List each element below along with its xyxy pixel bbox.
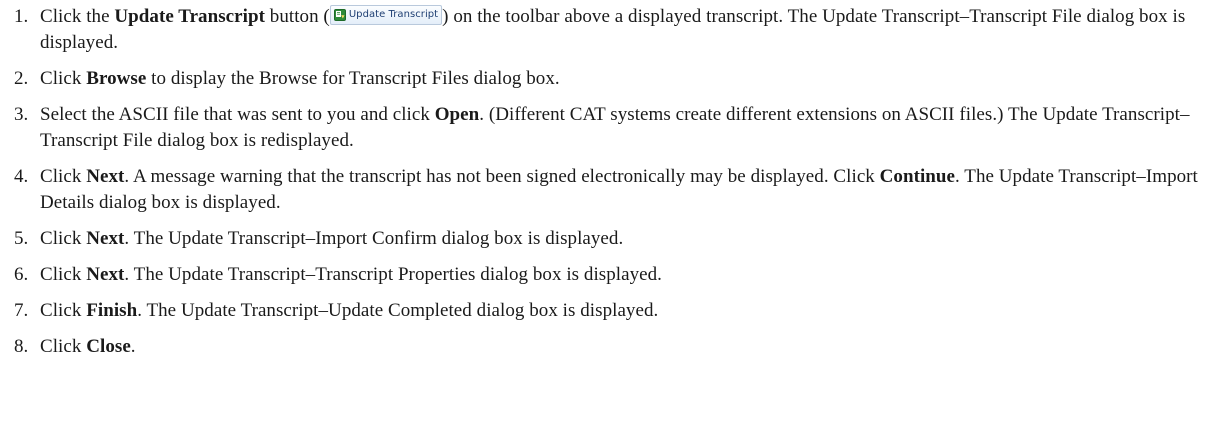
step-text: Click <box>40 336 87 357</box>
step-text: . The Update Transcript–Import Confirm d… <box>124 228 624 249</box>
ui-term-next: Next <box>86 166 125 187</box>
step-text: Click <box>40 228 87 249</box>
step-text: Click <box>40 166 87 187</box>
step-number: 1. <box>14 6 29 27</box>
step-number: 4. <box>14 166 29 187</box>
step-number: 6. <box>14 264 29 285</box>
ui-term-update-transcript: Update Transcript <box>114 6 265 27</box>
ui-term-next: Next <box>86 228 125 249</box>
step-text: Click <box>40 264 87 285</box>
instructions-document: 1. Click the Update Transcript button (U… <box>0 0 1215 435</box>
step-8: 8. Click Close. <box>14 334 1203 360</box>
step-4: 4. Click Next. A message warning that th… <box>14 164 1203 216</box>
step-number: 5. <box>14 228 29 249</box>
ui-term-browse: Browse <box>86 68 147 89</box>
update-transcript-button-image: Update Transcript <box>329 5 443 25</box>
update-transcript-icon <box>333 9 346 21</box>
step-text: . <box>130 336 136 357</box>
step-text: button ( <box>264 6 330 27</box>
ui-term-close: Close <box>86 336 131 357</box>
ui-term-continue: Continue <box>879 166 956 187</box>
step-number: 8. <box>14 336 29 357</box>
step-text: Click <box>40 300 87 321</box>
step-3: 3. Select the ASCII file that was sent t… <box>14 102 1203 154</box>
ui-term-next: Next <box>86 264 125 285</box>
step-text: Click <box>40 68 87 89</box>
step-6: 6. Click Next. The Update Transcript–Tra… <box>14 262 1203 288</box>
step-text: Select the ASCII file that was sent to y… <box>40 104 435 125</box>
update-transcript-button-label: Update Transcript <box>348 9 439 20</box>
steps-list: 1. Click the Update Transcript button (U… <box>14 4 1203 360</box>
step-7: 7. Click Finish. The Update Transcript–U… <box>14 298 1203 324</box>
step-text: . The Update Transcript–Transcript Prope… <box>124 264 662 285</box>
step-number: 2. <box>14 68 29 89</box>
step-1: 1. Click the Update Transcript button (U… <box>14 4 1203 56</box>
step-number: 3. <box>14 104 29 125</box>
step-2: 2. Click Browse to display the Browse fo… <box>14 66 1203 92</box>
ui-term-finish: Finish <box>86 300 138 321</box>
step-number: 7. <box>14 300 29 321</box>
step-text: . The Update Transcript–Update Completed… <box>137 300 659 321</box>
step-5: 5. Click Next. The Update Transcript–Imp… <box>14 226 1203 252</box>
ui-term-open: Open <box>434 104 480 125</box>
step-text: to display the Browse for Transcript Fil… <box>146 68 560 89</box>
step-text: . A message warning that the transcript … <box>124 166 880 187</box>
step-text: Click the <box>40 6 115 27</box>
